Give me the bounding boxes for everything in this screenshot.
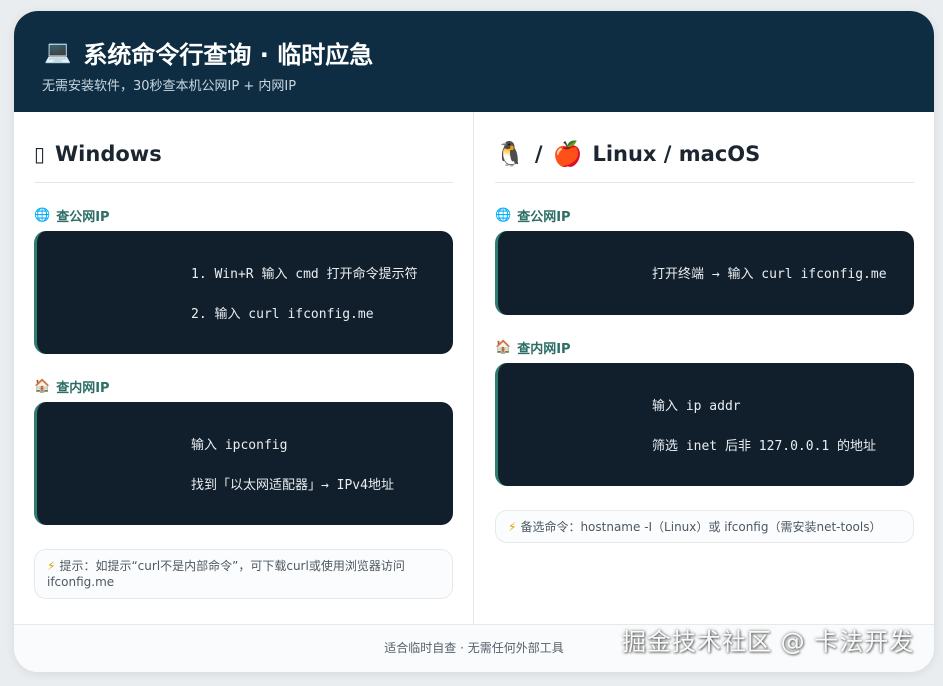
windows-private-ip-title: 🏠 查内网IP [34, 376, 453, 396]
code-line: 输入 ipconfig [191, 438, 288, 453]
linux-private-ip-code: 输入 ip addr 筛选 inet 后非 127.0.0.1 的地址 [495, 363, 914, 486]
linux-private-ip-title: 🏠 查内网IP [495, 337, 914, 357]
linux-heading-text: Linux / macOS [592, 142, 761, 166]
code-line: 2. 输入 curl ifconfig.me [191, 307, 374, 322]
code-line: 筛选 inet 后非 127.0.0.1 的地址 [652, 439, 877, 454]
windows-heading-text: Windows [55, 142, 162, 166]
page-subtitle: 无需安装软件，30秒查本机公网IP + 内网IP [42, 79, 297, 94]
house-icon: 🏠 [34, 378, 51, 394]
code-line: 1. Win+R 输入 cmd 打开命令提示符 [191, 267, 418, 282]
section-label: 查公网IP [517, 209, 571, 225]
lightning-icon: ⚡ [47, 559, 56, 573]
windows-column: ▯ Windows 🌐 查公网IP 1. Win+R 输入 cmd 打开命令提示… [34, 112, 453, 599]
heading-separator: / [534, 142, 543, 166]
linux-heading: 🐧 / 🍎 Linux / macOS [495, 112, 914, 183]
tip-text: 备选命令：hostname -I（Linux）或 ifconfig（需安装net… [520, 520, 882, 534]
section-label: 查内网IP [517, 341, 571, 357]
page-title-text: 系统命令行查询 · 临时应急 [83, 41, 374, 69]
apple-icon: 🍎 [552, 140, 583, 168]
windows-private-ip-code: 输入 ipconfig 找到「以太网适配器」→ IPv4地址 [34, 402, 453, 525]
windows-heading: ▯ Windows [34, 112, 453, 183]
globe-icon: 🌐 [34, 207, 51, 223]
code-line: 输入 ip addr [652, 399, 741, 414]
penguin-icon: 🐧 [495, 140, 525, 168]
tip-text: 提示：如提示“curl不是内部命令”，可下载curl或使用浏览器访问ifconf… [47, 559, 405, 589]
windows-public-ip-title: 🌐 查公网IP [34, 205, 453, 225]
linux-public-ip-title: 🌐 查公网IP [495, 205, 914, 225]
section-label: 查内网IP [56, 380, 110, 396]
windows-icon: ▯ [34, 142, 46, 166]
windows-public-ip-code: 1. Win+R 输入 cmd 打开命令提示符 2. 输入 curl ifcon… [34, 231, 453, 354]
windows-tip: ⚡ 提示：如提示“curl不是内部命令”，可下载curl或使用浏览器访问ifcon… [34, 549, 453, 599]
column-divider [473, 112, 474, 624]
section-label: 查公网IP [56, 209, 110, 225]
lightning-icon: ⚡ [508, 520, 517, 534]
page-title: 💻 系统命令行查询 · 临时应急 [44, 35, 373, 70]
linux-tip: ⚡ 备选命令：hostname -I（Linux）或 ifconfig（需安装ne… [495, 510, 914, 543]
laptop-icon: 💻 [44, 40, 72, 65]
linux-column: 🐧 / 🍎 Linux / macOS 🌐 查公网IP 打开终端 → 输入 cu… [495, 112, 914, 543]
code-line: 找到「以太网适配器」→ IPv4地址 [191, 478, 394, 493]
header: 💻 系统命令行查询 · 临时应急 无需安装软件，30秒查本机公网IP + 内网I… [14, 11, 934, 112]
watermark: 掘金技术社区 @ 卡法开发 [622, 628, 915, 656]
linux-public-ip-code: 打开终端 → 输入 curl ifconfig.me [495, 231, 914, 315]
house-icon: 🏠 [495, 339, 512, 355]
info-card: 💻 系统命令行查询 · 临时应急 无需安装软件，30秒查本机公网IP + 内网I… [14, 11, 934, 672]
globe-icon: 🌐 [495, 207, 512, 223]
code-line: 打开终端 → 输入 curl ifconfig.me [652, 267, 887, 282]
